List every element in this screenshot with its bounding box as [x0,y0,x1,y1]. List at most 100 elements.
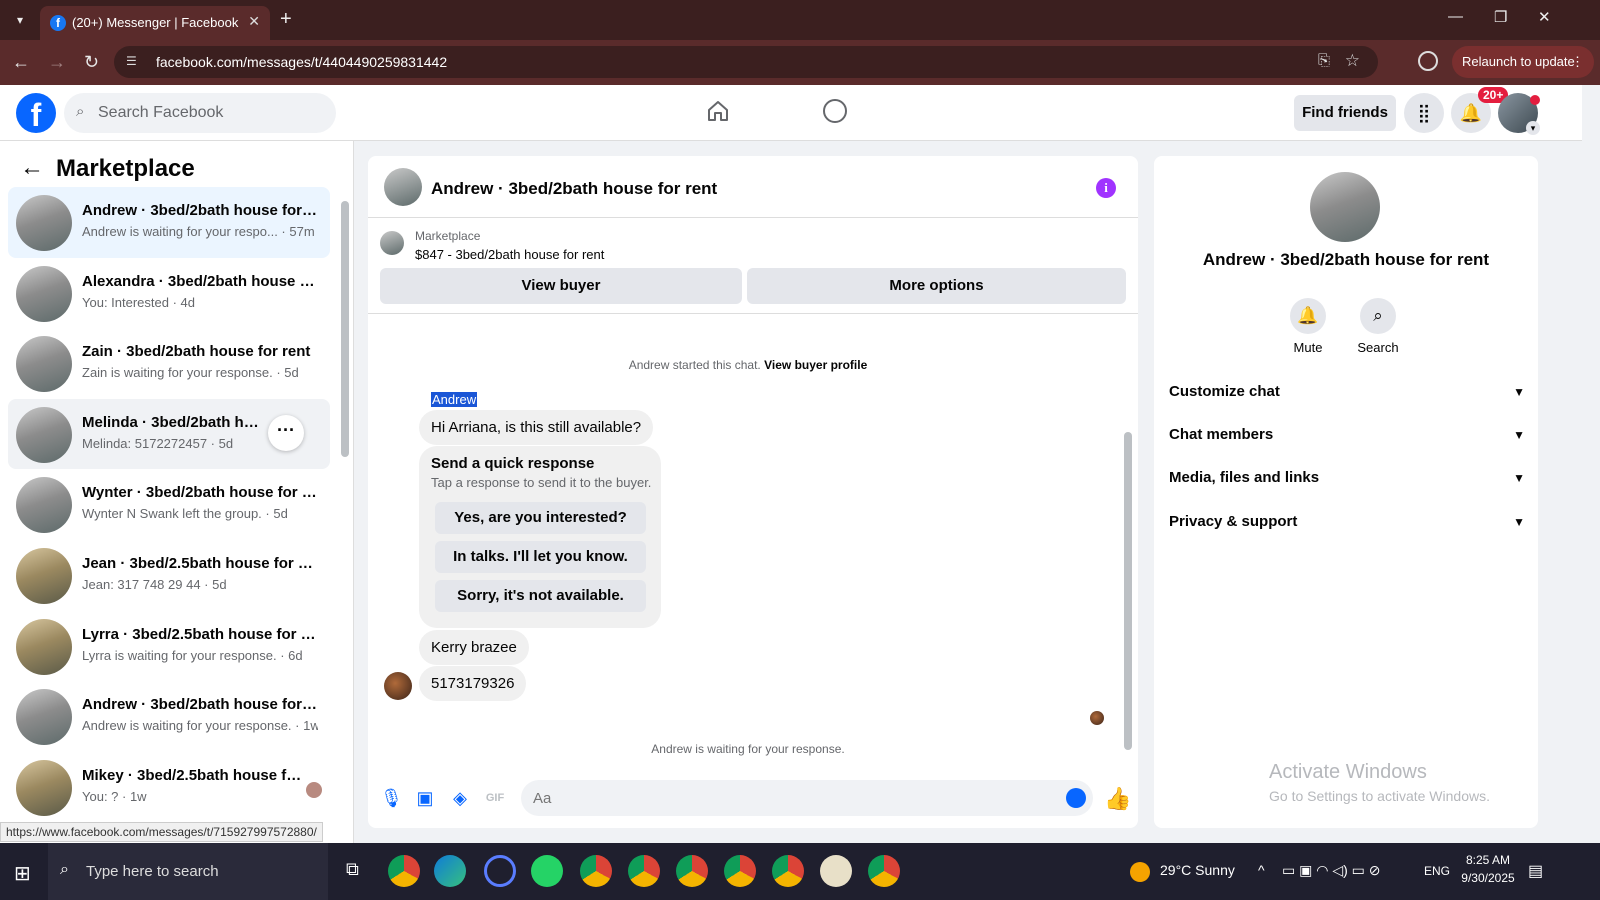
view-buyer-profile-link[interactable]: View buyer profile [764,358,867,372]
thumbs-up-icon[interactable]: 👍 [1104,786,1131,812]
conversation-sidebar: ← Marketplace Andrew · 3bed/2bath house … [0,141,354,843]
message-input[interactable] [521,780,1093,816]
windows-start-icon[interactable]: ⊞ [14,861,31,886]
search-icon: ⌕ [1360,298,1396,334]
emoji-icon[interactable] [1066,788,1086,808]
quick-reply-button[interactable]: Sorry, it's not available. [435,580,646,612]
bookmark-star-icon[interactable]: ☆ [1345,51,1360,71]
search-icon: ⌕ [76,103,85,120]
more-options-button[interactable]: More options [747,268,1126,304]
weather-icon [1130,862,1150,882]
install-app-icon[interactable]: ⎘ [1318,52,1330,69]
info-icon[interactable]: i [1096,178,1116,198]
groups-icon[interactable] [823,99,847,123]
chrome-icon[interactable] [388,855,420,887]
privacy-support-row[interactable]: Privacy & support ▼ [1169,502,1525,542]
conversation-item[interactable]: Lyrra · 3bed/2.5bath house for rent Lyrr… [8,611,330,682]
tab-close-icon[interactable]: ✕ [248,13,260,30]
page-scrollbar[interactable] [1582,85,1600,843]
conversation-item[interactable]: Andrew · 3bed/2bath house for rent Andre… [8,187,330,258]
chat-avatar[interactable] [384,168,422,206]
chat-started-notice: Andrew started this chat. View buyer pro… [368,358,1128,372]
account-avatar[interactable]: ▾ [1498,93,1540,135]
whatsapp-icon[interactable] [531,855,563,887]
minimize-icon[interactable]: — [1448,8,1463,25]
customize-chat-row[interactable]: Customize chat ▼ [1169,372,1525,412]
chrome-icon[interactable] [580,855,612,887]
search-label: Search [1357,340,1399,355]
app-icon[interactable] [484,855,516,887]
gif-icon[interactable]: GIF [485,788,505,808]
chat-members-row[interactable]: Chat members ▼ [1169,415,1525,455]
language-indicator[interactable]: ENG [1424,864,1450,878]
site-info-icon[interactable]: ☰ [126,54,142,70]
taskbar-search[interactable]: ⌕ Type here to search [48,843,328,900]
chevron-down-icon: ▼ [1513,515,1525,529]
section-label: Customize chat [1169,383,1280,400]
url-text[interactable]: facebook.com/messages/t/4404490259831442 [156,54,447,70]
chrome-icon[interactable] [676,855,708,887]
conversation-item[interactable]: Mikey · 3bed/2.5bath house for rent You:… [8,752,330,823]
conversation-avatar [16,477,72,534]
chrome-icon[interactable] [628,855,660,887]
action-center-icon[interactable]: ▤ [1528,861,1543,881]
facebook-logo-icon[interactable]: f [16,93,56,133]
new-tab-icon[interactable]: + [280,8,292,30]
relaunch-label: Relaunch to update [1462,54,1575,69]
tray-icons[interactable]: ▭ ▣ ◠ ◁) ▭ ⊘ [1282,862,1381,879]
chrome-icon[interactable] [772,855,804,887]
quick-reply-button[interactable]: In talks. I'll let you know. [435,541,646,573]
browser-tab[interactable]: f (20+) Messenger | Facebook ✕ [40,6,270,40]
weather-text[interactable]: 29°C Sunny [1160,862,1235,878]
home-icon[interactable] [706,99,730,123]
reload-icon[interactable]: ↻ [84,52,99,72]
edge-icon[interactable] [434,855,466,887]
media-files-links-row[interactable]: Media, files and links ▼ [1169,458,1525,498]
search-in-chat-button[interactable]: ⌕ Search [1348,298,1408,355]
details-avatar[interactable] [1310,172,1380,242]
browser-profile-icon[interactable] [1418,51,1438,71]
tab-search-icon[interactable]: ▾ [8,8,32,32]
task-view-icon[interactable]: ⧉ [346,859,359,880]
facebook-search-input[interactable]: ⌕ Search Facebook [64,93,336,133]
listing-price[interactable]: $847 - 3bed/2bath house for rent [415,247,604,262]
conversation-item[interactable]: Andrew · 3bed/2bath house for rent Andre… [8,681,330,752]
tray-chevron-icon[interactable]: ^ [1258,862,1265,878]
sidebar-scrollbar[interactable] [341,201,349,457]
microphone-icon[interactable]: 🎙 [380,788,403,808]
message-bubble: 5173179326 [419,666,527,701]
app-icon[interactable] [820,855,852,887]
photo-icon[interactable]: ▣ [415,788,435,808]
mute-button[interactable]: 🔔 Mute [1278,298,1338,355]
conversation-item[interactable]: Jean · 3bed/2.5bath house for rent Jean:… [8,540,330,611]
restore-icon[interactable]: ❐ [1494,8,1507,26]
sticker-icon[interactable]: ◈ [450,788,470,808]
chat-title[interactable]: Andrew · 3bed/2bath house for rent [431,179,717,199]
forward-icon[interactable]: → [48,52,66,72]
conversation-preview: Jean: 317 748 29 44 · 5d [82,576,227,592]
menu-grid-icon[interactable]: ⣿ [1404,93,1444,133]
url-bar[interactable]: ☰ facebook.com/messages/t/44044902598314… [114,46,1378,78]
chat-panel: Andrew · 3bed/2bath house for rent i Mar… [368,156,1138,828]
conversation-item[interactable]: Melinda · 3bed/2bath house for rent Meli… [8,398,330,470]
conversation-list: Andrew · 3bed/2bath house for rent Andre… [8,187,330,822]
section-label: Media, files and links [1169,469,1320,486]
more-options-icon[interactable]: ··· [268,414,304,451]
conversation-item[interactable]: Wynter · 3bed/2bath house for rent Wynte… [8,469,330,540]
find-friends-button[interactable]: Find friends [1294,95,1396,131]
read-receipt-avatar [1090,711,1104,725]
relaunch-button[interactable]: Relaunch to update ⋮ [1452,46,1594,78]
quick-reply-button[interactable]: Yes, are you interested? [435,502,646,534]
windows-taskbar: ⊞ ⌕ Type here to search ⧉ 29°C Sunny ^ ▭… [0,843,1600,900]
chrome-icon[interactable] [724,855,756,887]
chrome-icon[interactable] [868,855,900,887]
back-icon[interactable]: ← [12,52,30,72]
chat-scrollbar[interactable] [1124,432,1132,750]
browser-menu-icon[interactable]: ⋮ [1571,46,1584,78]
conversation-item[interactable]: Zain · 3bed/2bath house for rent Zain is… [8,328,330,399]
view-buyer-button[interactable]: View buyer [380,268,742,304]
window-close-icon[interactable]: ✕ [1538,8,1551,26]
back-arrow-icon[interactable]: ← [20,155,44,181]
system-clock[interactable]: 8:25 AM 9/30/2025 [1456,851,1520,887]
conversation-item[interactable]: Alexandra · 3bed/2bath house for rent Yo… [8,258,330,329]
